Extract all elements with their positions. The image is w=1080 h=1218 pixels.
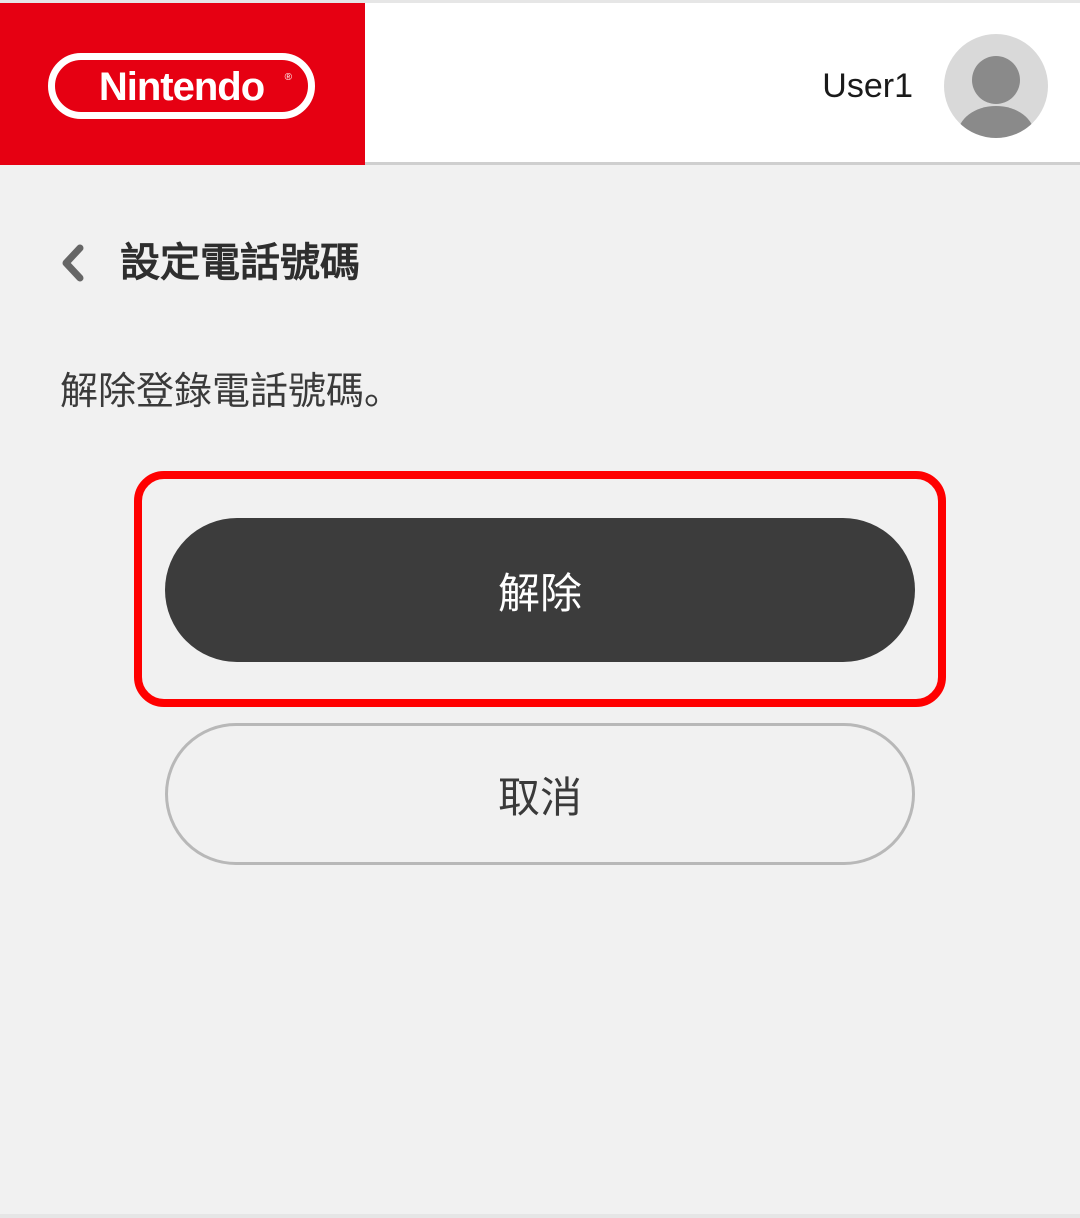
logo-registered-mark: ® [284, 72, 292, 83]
user-avatar[interactable] [944, 34, 1048, 138]
nintendo-logo[interactable]: Nintendo ® [48, 53, 315, 119]
user-silhouette-icon [958, 56, 1034, 138]
brand-block: Nintendo ® [0, 3, 365, 165]
bottom-divider [0, 1214, 1080, 1218]
description-text: 解除登錄電話號碼。 [60, 369, 403, 413]
username-label[interactable]: User1 [822, 67, 913, 106]
unregister-button[interactable]: 解除 [165, 518, 915, 662]
top-header: Nintendo ® User1 [0, 0, 1080, 165]
page-title: 設定電話號碼 [120, 240, 360, 286]
logo-text: Nintendo [98, 64, 265, 109]
cancel-button[interactable]: 取消 [165, 723, 915, 865]
chevron-left-icon[interactable] [58, 244, 88, 282]
